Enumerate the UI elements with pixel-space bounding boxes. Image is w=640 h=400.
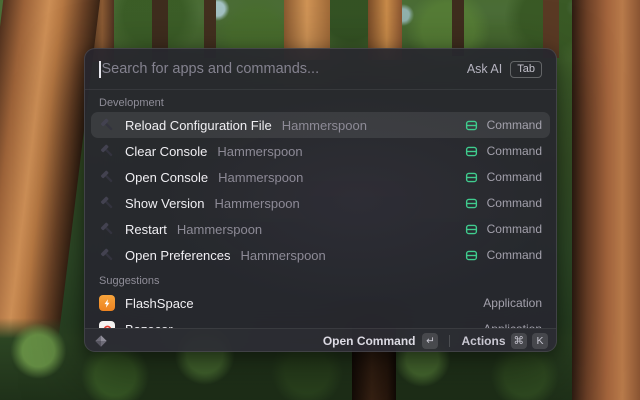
command-icon (464, 221, 480, 237)
item-subtitle: Hammerspoon (218, 169, 304, 185)
item-type: Command (486, 222, 542, 236)
hammerspoon-icon (99, 143, 115, 159)
item-type: Application (483, 296, 542, 310)
ask-ai-label: Ask AI (466, 62, 503, 76)
command-icon (464, 247, 480, 263)
item-title: Show Version (125, 195, 205, 211)
raycast-window: Ask AI Tab Development Reload Configurat… (84, 48, 557, 352)
item-type: Command (486, 144, 542, 158)
item-title: FlashSpace (125, 295, 194, 311)
redwood-trunk-right (572, 0, 640, 400)
tab-key-badge: Tab (510, 60, 542, 78)
desktop: Ask AI Tab Development Reload Configurat… (0, 0, 640, 400)
diamond-extension-icon (93, 333, 109, 349)
item-title: Reload Configuration File (125, 117, 272, 133)
hammerspoon-icon (99, 117, 115, 133)
search-bar: Ask AI Tab (85, 49, 556, 90)
list-item-flashspace[interactable]: FlashSpace Application (91, 290, 550, 316)
section-header-suggestions: Suggestions (99, 275, 160, 287)
search-input[interactable] (101, 61, 467, 77)
cmd-key-badge: ⌘ (510, 333, 527, 349)
list-item-restart[interactable]: Restart Hammerspoon Command (91, 216, 550, 242)
hammerspoon-icon (99, 195, 115, 211)
ask-ai-button[interactable]: Ask AI Tab (466, 60, 542, 78)
list-item-open-preferences[interactable]: Open Preferences Hammerspoon Command (91, 242, 550, 268)
command-icon (464, 143, 480, 159)
bazecor-app-icon (99, 321, 115, 328)
hammerspoon-icon (99, 247, 115, 263)
item-subtitle: Hammerspoon (176, 221, 263, 237)
hammerspoon-icon (99, 169, 115, 185)
item-type: Command (486, 248, 542, 262)
list-item-bazecor[interactable]: Bazecor Application (91, 316, 550, 328)
item-title: Open Console (125, 169, 209, 185)
list-item-clear-console[interactable]: Clear Console Hammerspoon Command (91, 138, 550, 164)
command-icon (464, 195, 480, 211)
results-list: Development Reload Configuration File Ha… (85, 90, 556, 328)
item-subtitle: Hammerspoon (214, 195, 300, 211)
action-bar: Open Command ↵ Actions ⌘ K (85, 328, 556, 351)
actions-button[interactable]: Actions ⌘ K (461, 333, 548, 349)
item-subtitle: Hammerspoon (281, 117, 367, 133)
hammerspoon-icon (99, 221, 115, 237)
item-type: Command (486, 118, 542, 132)
flashspace-app-icon (99, 295, 115, 311)
item-title: Open Preferences (125, 247, 231, 263)
open-command-button[interactable]: Open Command ↵ (323, 333, 439, 349)
k-key-badge: K (532, 333, 548, 349)
command-icon (464, 169, 480, 185)
list-item-open-console[interactable]: Open Console Hammerspoon Command (91, 164, 550, 190)
item-subtitle: Hammerspoon (217, 143, 303, 159)
item-title: Restart (125, 221, 167, 237)
item-subtitle: Hammerspoon (240, 247, 326, 263)
item-type: Command (486, 196, 542, 210)
actions-label: Actions (461, 334, 506, 348)
footer-divider (449, 335, 451, 347)
item-type: Command (486, 170, 542, 184)
list-item-show-version[interactable]: Show Version Hammerspoon Command (91, 190, 550, 216)
command-icon (464, 117, 480, 133)
return-key-badge: ↵ (422, 333, 439, 349)
item-title: Clear Console (125, 143, 208, 159)
list-item-reload-configuration-file[interactable]: Reload Configuration File Hammerspoon Co… (91, 112, 550, 138)
section-header-development: Development (99, 97, 164, 109)
open-command-label: Open Command (322, 334, 416, 348)
text-caret (99, 60, 101, 78)
